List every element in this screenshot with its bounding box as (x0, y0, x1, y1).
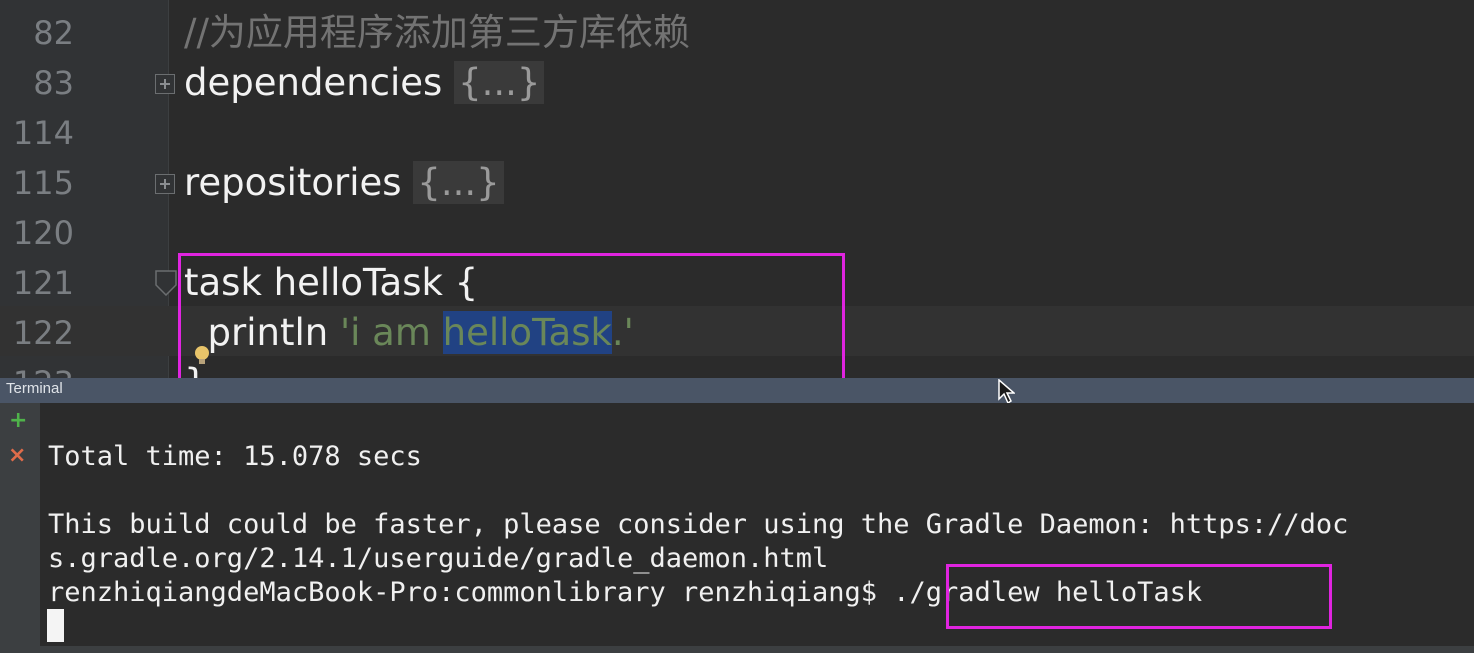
terminal-header[interactable]: Terminal (0, 378, 1474, 403)
status-strip (0, 646, 1474, 653)
mouse-cursor-icon (998, 379, 1015, 405)
line-number: 123 (0, 358, 74, 378)
highlight-box-command (946, 564, 1332, 629)
line-number: 115 (12, 164, 74, 202)
line-number: 120 (12, 214, 74, 252)
terminal-title: Terminal (6, 380, 63, 397)
folded-block[interactable]: {...} (454, 61, 545, 104)
fold-collapse-icon[interactable] (155, 270, 177, 296)
line-number: 122 (12, 314, 74, 352)
line-number: 121 (12, 264, 74, 302)
line-number: 83 (33, 64, 74, 102)
close-session-icon[interactable]: × (8, 445, 26, 467)
fold-expand-icon[interactable] (155, 174, 175, 194)
code-line-comment[interactable]: //为应用程序添加第三方库依赖 (184, 8, 690, 58)
code-line-repositories[interactable]: repositories {...} (184, 158, 504, 208)
terminal-line: s.gradle.org/2.14.1/userguide/gradle_dae… (48, 543, 829, 574)
terminal-toolbar (0, 403, 40, 653)
line-number: 114 (12, 114, 74, 152)
add-session-icon[interactable]: + (9, 410, 27, 432)
line-number: 82 (33, 14, 74, 52)
terminal-line: Total time: 15.078 secs (48, 441, 422, 472)
terminal-line: This build could be faster, please consi… (48, 509, 1349, 540)
folded-block[interactable]: {...} (413, 161, 504, 204)
terminal-cursor (47, 609, 64, 642)
code-line-dependencies[interactable]: dependencies {...} (184, 58, 545, 108)
fold-expand-icon[interactable] (155, 74, 175, 94)
